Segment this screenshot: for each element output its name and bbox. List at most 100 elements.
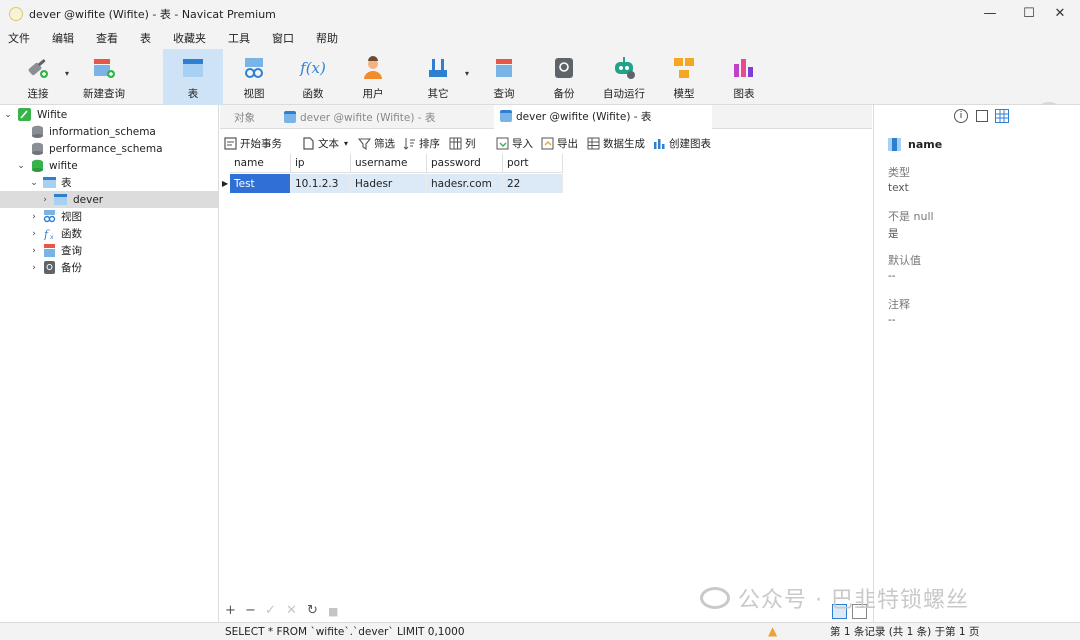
column-header-ip[interactable]: ip <box>291 154 351 173</box>
text-button[interactable]: 文本 ▾ <box>302 134 348 152</box>
import-button[interactable]: 导入 <box>496 134 533 152</box>
navicat-window: dever @wifite (Wifite) - 表 - Navicat Pre… <box>0 0 1080 640</box>
menu-favorites[interactable]: 收藏夹 <box>173 30 206 46</box>
column-header-name[interactable]: name <box>230 154 291 173</box>
tree-folder-functions[interactable]: › fx 函数 <box>0 225 218 242</box>
function-label: 函数 <box>302 88 324 100</box>
tree-folder-backups[interactable]: › 备份 <box>0 259 218 276</box>
new-query-label: 新建查询 <box>83 88 125 100</box>
filter-button[interactable]: 筛选 <box>358 134 395 152</box>
apply-changes-button[interactable]: ✓ <box>265 603 276 618</box>
automation-label: 自动运行 <box>603 88 645 100</box>
create-chart-button[interactable]: 创建图表 <box>653 134 711 152</box>
tree-folder-queries[interactable]: › 查询 <box>0 242 218 259</box>
database-open-icon <box>32 159 43 172</box>
menu-view[interactable]: 查看 <box>96 30 118 46</box>
menu-file[interactable]: 文件 <box>8 30 30 46</box>
other-button[interactable]: 其它 <box>418 49 458 105</box>
column-header-username[interactable]: username <box>351 154 427 173</box>
menu-table[interactable]: 表 <box>140 30 151 46</box>
text-label: 文本 <box>318 137 339 150</box>
chart-icon <box>654 138 665 149</box>
other-dropdown-icon[interactable]: ▾ <box>465 69 469 78</box>
import-label: 导入 <box>512 137 533 150</box>
table-icon <box>500 110 512 122</box>
query-button[interactable]: 查询 <box>484 49 524 105</box>
table-cell[interactable]: 10.1.2.3 <box>291 174 351 193</box>
menu-window[interactable]: 窗口 <box>272 30 294 46</box>
tree-db-information-schema[interactable]: information_schema <box>0 123 218 140</box>
tree-folder-views[interactable]: › 视图 <box>0 208 218 225</box>
tab-dever-1[interactable]: dever @wifite (Wifite) - 表 <box>278 105 490 129</box>
chevron-down-icon[interactable]: ⌄ <box>16 161 26 171</box>
export-label: 导出 <box>557 137 578 150</box>
info-icon[interactable]: i <box>954 109 968 123</box>
query-label: 查询 <box>493 88 515 100</box>
model-button[interactable]: 模型 <box>664 49 704 105</box>
transaction-icon <box>224 136 237 150</box>
automation-button[interactable]: 自动运行 <box>600 49 648 105</box>
chevron-right-icon[interactable]: › <box>29 246 39 256</box>
generate-data-button[interactable]: 数据生成 <box>587 134 645 152</box>
refresh-button[interactable]: ↻ <box>307 603 318 618</box>
sort-button[interactable]: 排序 <box>403 134 440 152</box>
tab-dever-2[interactable]: dever @wifite (Wifite) - 表 <box>494 105 712 129</box>
new-query-icon <box>91 55 117 81</box>
menu-help[interactable]: 帮助 <box>316 30 338 46</box>
status-bar: SELECT * FROM `wifite`.`dever` LIMIT 0,1… <box>0 622 1080 640</box>
function-button[interactable]: f(x) 函数 <box>293 49 333 105</box>
columns-icon <box>449 137 462 149</box>
chevron-right-icon[interactable]: › <box>29 229 39 239</box>
warning-icon[interactable]: ▲ <box>768 624 777 638</box>
menu-tools[interactable]: 工具 <box>228 30 250 46</box>
document-icon <box>303 136 314 150</box>
table-cell[interactable]: Test <box>230 174 291 193</box>
new-query-button[interactable]: 新建查询 <box>78 49 130 105</box>
delete-record-button[interactable]: − <box>245 603 256 618</box>
tree-db-wifite[interactable]: ⌄ wifite <box>0 157 218 174</box>
chevron-down-icon[interactable]: ⌄ <box>29 178 39 188</box>
columns-button[interactable]: 列 <box>449 134 476 152</box>
navicat-app-icon <box>9 6 23 21</box>
chart-button[interactable]: 图表 <box>724 49 764 105</box>
tree-table-dever[interactable]: › dever <box>0 191 218 208</box>
field-list-icon[interactable] <box>995 109 1009 123</box>
backup-icon <box>551 55 577 81</box>
export-button[interactable]: 导出 <box>541 134 578 152</box>
user-label: 用户 <box>362 88 384 100</box>
chevron-right-icon[interactable]: › <box>40 195 50 205</box>
window-title: dever @wifite (Wifite) - 表 - Navicat Pre… <box>29 7 276 21</box>
filter-icon <box>358 137 371 150</box>
svg-text:f: f <box>43 228 50 240</box>
main-toolbar: 连接 ▾ 新建查询 表 视图 f(x) 函数 用户 其它 ▾ 查询 备份 自动运… <box>0 49 1080 134</box>
discard-changes-button[interactable]: ✕ <box>286 603 297 618</box>
table-cell[interactable]: hadesr.com <box>427 174 503 193</box>
table-cell[interactable]: Hadesr <box>351 174 427 193</box>
user-button[interactable]: 用户 <box>353 49 393 105</box>
view-button[interactable]: 视图 <box>234 49 274 105</box>
ddl-icon[interactable] <box>976 110 988 122</box>
tree-connection-wifite[interactable]: ⌄ Wifite <box>0 106 218 123</box>
database-icon <box>32 125 43 138</box>
stop-button[interactable]: ■ <box>328 605 338 618</box>
begin-transaction-button[interactable]: 开始事务 <box>224 134 282 152</box>
tree-db-performance-schema[interactable]: performance_schema <box>0 140 218 157</box>
backup-button[interactable]: 备份 <box>544 49 584 105</box>
menu-edit[interactable]: 编辑 <box>52 30 74 46</box>
close-button[interactable]: ✕ <box>1040 0 1080 27</box>
tree-folder-tables[interactable]: ⌄ 表 <box>0 174 218 191</box>
plug-icon <box>25 55 51 81</box>
table-cell[interactable]: 22 <box>503 174 563 193</box>
connect-button[interactable]: 连接 <box>14 49 62 105</box>
table-button[interactable]: 表 <box>163 49 223 105</box>
chevron-right-icon[interactable]: › <box>29 212 39 222</box>
column-header-port[interactable]: port <box>503 154 563 173</box>
tab-label: dever @wifite (Wifite) - 表 <box>516 110 652 123</box>
chevron-down-icon[interactable]: ⌄ <box>3 110 13 120</box>
connect-dropdown-icon[interactable]: ▾ <box>65 69 69 78</box>
tree-table-label: dever <box>73 193 104 206</box>
view-icon <box>241 55 267 81</box>
chevron-right-icon[interactable]: › <box>29 263 39 273</box>
add-record-button[interactable]: + <box>225 603 236 618</box>
column-header-password[interactable]: password <box>427 154 503 173</box>
